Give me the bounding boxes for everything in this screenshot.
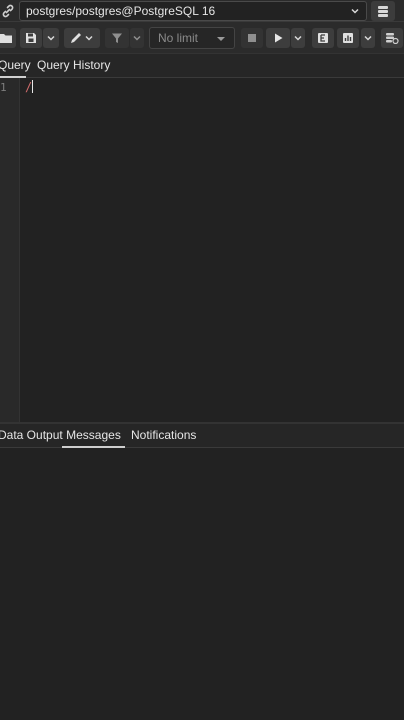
connection-bar: postgres/postgres@PostgreSQL 16 (0, 0, 404, 22)
explain-icon[interactable] (312, 28, 334, 48)
results-tab-bar: Data Output Messages Notifications (0, 424, 404, 448)
tab-notifications[interactable]: Notifications (131, 424, 196, 448)
filter-icon[interactable] (105, 28, 129, 48)
caret-down-icon (217, 37, 225, 41)
macros-icon[interactable] (381, 28, 403, 48)
connection-label: postgres/postgres@PostgreSQL 16 (26, 4, 216, 18)
code-line[interactable]: / (25, 80, 34, 94)
code-text: / (25, 80, 33, 94)
tab-data-output[interactable]: Data Output (0, 424, 63, 448)
play-icon[interactable] (266, 28, 290, 48)
stop-icon[interactable] (241, 28, 263, 48)
row-limit-select[interactable]: No limit (149, 27, 235, 49)
explain-options-chevron-icon[interactable] (361, 28, 375, 48)
text-cursor (32, 80, 34, 93)
explain-analyze-icon[interactable] (337, 28, 359, 48)
database-stack-icon[interactable] (371, 1, 395, 21)
editor-tab-bar: Query Query History (0, 54, 404, 78)
line-number: 1 (0, 81, 7, 94)
chevron-down-icon (350, 6, 360, 16)
execute-options-chevron-icon[interactable] (291, 28, 305, 48)
line-number-gutter: 1 (0, 78, 20, 422)
tab-messages[interactable]: Messages (62, 424, 125, 448)
row-limit-value: No limit (158, 31, 199, 45)
filter-options-chevron-icon[interactable] (130, 28, 144, 48)
connection-select[interactable]: postgres/postgres@PostgreSQL 16 (19, 1, 367, 21)
link-icon[interactable] (0, 0, 16, 22)
save-icon[interactable] (20, 28, 42, 48)
edit-pen-icon[interactable] (64, 28, 100, 48)
messages-panel (0, 448, 404, 720)
open-folder-icon[interactable] (0, 28, 16, 48)
tab-query-history[interactable]: Query History (37, 54, 110, 78)
tab-query[interactable]: Query (0, 54, 31, 78)
sql-editor[interactable]: 1 / (0, 78, 404, 422)
query-toolbar: No limit (0, 22, 404, 54)
save-options-chevron-icon[interactable] (43, 28, 59, 48)
